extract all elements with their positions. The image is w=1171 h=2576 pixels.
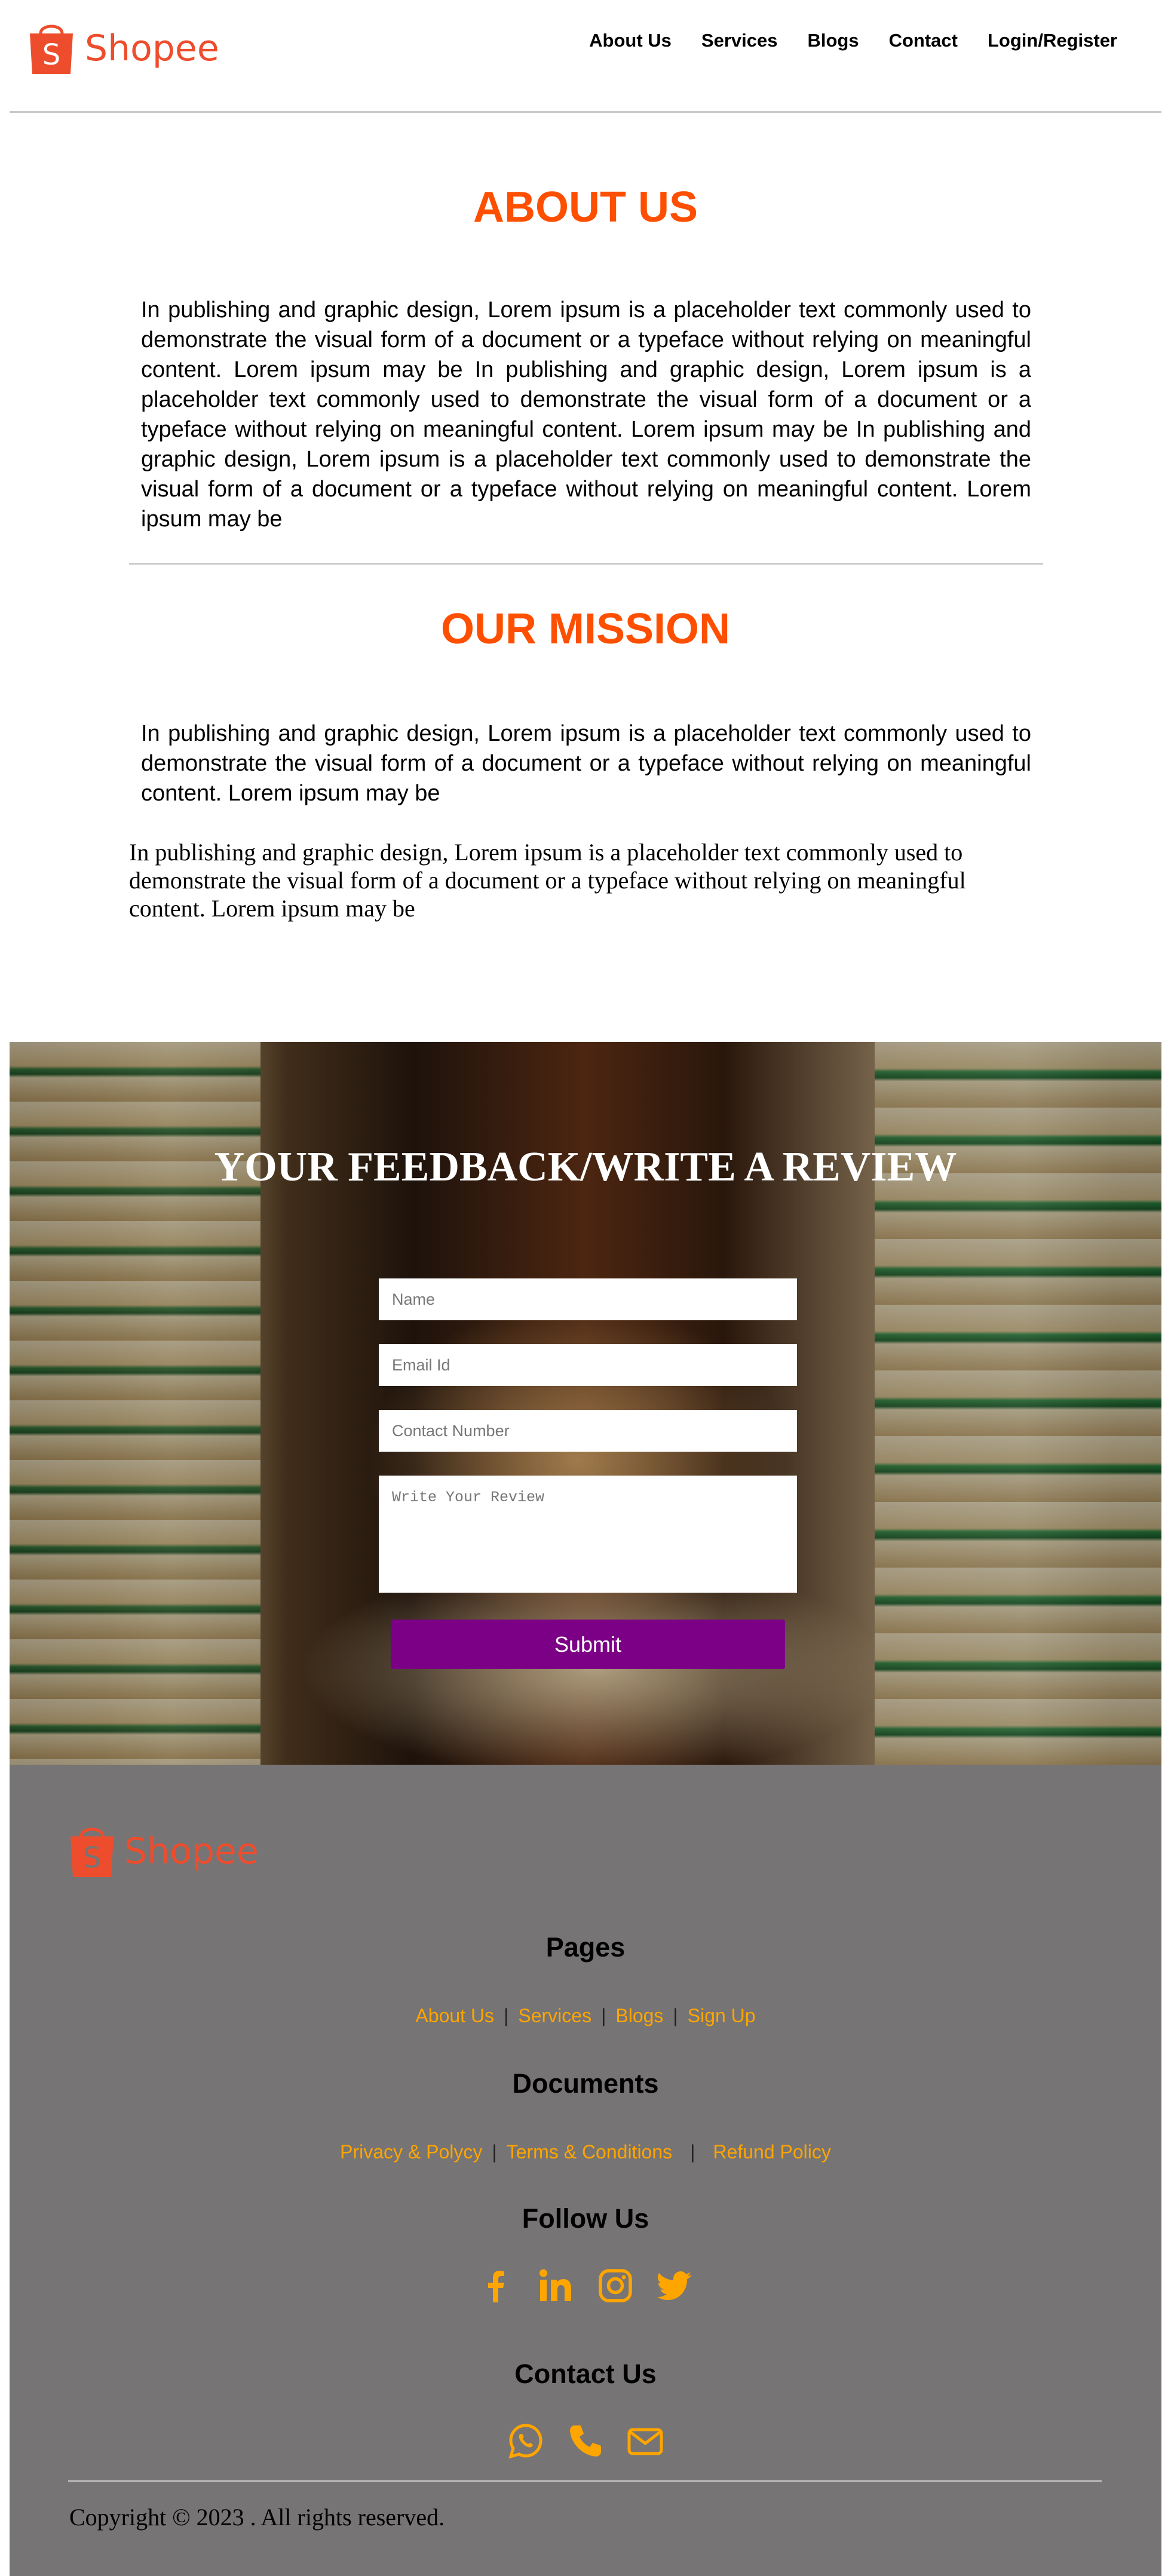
logo-letter: S (42, 38, 60, 72)
contact-number-input[interactable]: Contact Number (379, 1410, 797, 1452)
email-input[interactable]: Email Id (379, 1344, 797, 1386)
header: S Shopee About Us Services Blogs Contact… (0, 0, 1171, 113)
link-separator: | (492, 2141, 497, 2163)
footer: S Shopee Pages About Us | Services | Blogs | S… (10, 1765, 1161, 2576)
review-placeholder: Write Your Review (392, 1489, 545, 1506)
nav-contact[interactable]: Contact (889, 30, 958, 51)
link-separator: | (601, 2005, 606, 2026)
footer-link-sign-up[interactable]: Sign Up (688, 2005, 756, 2026)
social-icons (10, 2267, 1161, 2305)
footer-link-about-us[interactable]: About Us (415, 2005, 494, 2026)
mission-title: OUR MISSION (440, 605, 731, 653)
contact-heading: Contact Us (514, 2359, 657, 2389)
review-textarea[interactable]: Write Your Review (379, 1476, 797, 1593)
email-placeholder: Email Id (392, 1356, 450, 1374)
instagram-icon[interactable] (596, 2267, 634, 2305)
footer-brand-name: Shopee (124, 1830, 259, 1872)
contact-icons (10, 2422, 1161, 2460)
nav-about-us[interactable]: About Us (589, 30, 672, 51)
twitter-icon[interactable] (656, 2267, 694, 2305)
feedback-section: YOUR FEEDBACK/WRITE A REVIEW Name Email … (10, 1042, 1161, 1765)
shopping-bag-logo-icon: S (70, 1827, 114, 1877)
footer-divider (68, 2480, 1102, 2482)
contact-placeholder: Contact Number (392, 1421, 510, 1440)
shopping-bag-logo-icon: S (30, 24, 73, 74)
submit-button[interactable]: Submit (391, 1620, 785, 1669)
section-divider (129, 563, 1043, 565)
documents-heading: Documents (512, 2068, 659, 2099)
nav-login-register[interactable]: Login/Register (988, 30, 1117, 51)
nav-services[interactable]: Services (701, 30, 778, 51)
brand-logo[interactable]: S Shopee (27, 20, 219, 76)
main-nav: About Us Services Blogs Contact Login/Re… (559, 30, 1117, 51)
about-text: In publishing and graphic design, Lorem … (141, 298, 1031, 532)
page: S Shopee About Us Services Blogs Contact… (0, 0, 1171, 2576)
footer-brand-logo[interactable]: S Shopee (68, 1823, 259, 1879)
footer-logo-letter: S (83, 1841, 101, 1875)
linkedin-icon[interactable] (537, 2267, 575, 2305)
header-divider (10, 111, 1161, 113)
phone-icon[interactable] (566, 2422, 605, 2460)
facebook-icon[interactable] (477, 2267, 515, 2305)
footer-link-refund-policy[interactable]: Refund Policy (713, 2141, 830, 2163)
link-separator: | (673, 2005, 678, 2026)
pages-links: About Us | Services | Blogs | Sign Up (10, 2005, 1161, 2027)
link-separator: | (690, 2141, 695, 2163)
brand-name: Shopee (85, 27, 219, 69)
whatsapp-icon[interactable] (507, 2422, 545, 2460)
footer-link-blogs[interactable]: Blogs (615, 2005, 663, 2026)
follow-heading: Follow Us (522, 2203, 649, 2234)
mission-text-secondary: In publishing and graphic design, Lorem … (129, 839, 966, 922)
about-title: ABOUT US (473, 183, 698, 231)
copyright-text: Copyright © 2023 . All rights reserved. (69, 2504, 445, 2531)
pages-heading: Pages (545, 1932, 626, 1962)
footer-link-services[interactable]: Services (518, 2005, 591, 2026)
footer-link-terms-conditions[interactable]: Terms & Conditions (507, 2141, 672, 2163)
footer-link-privacy-policy[interactable]: Privacy & Polycy (340, 2141, 482, 2163)
mission-text: In publishing and graphic design, Lorem … (141, 721, 1031, 806)
name-input[interactable]: Name (379, 1278, 797, 1320)
link-separator: | (504, 2005, 509, 2026)
feedback-title: YOUR FEEDBACK/WRITE A REVIEW (214, 1144, 957, 1190)
email-icon[interactable] (626, 2422, 664, 2460)
name-placeholder: Name (392, 1290, 436, 1308)
documents-links: Privacy & Polycy | Terms & Conditions | Refu… (10, 2141, 1161, 2163)
nav-blogs[interactable]: Blogs (807, 30, 859, 51)
